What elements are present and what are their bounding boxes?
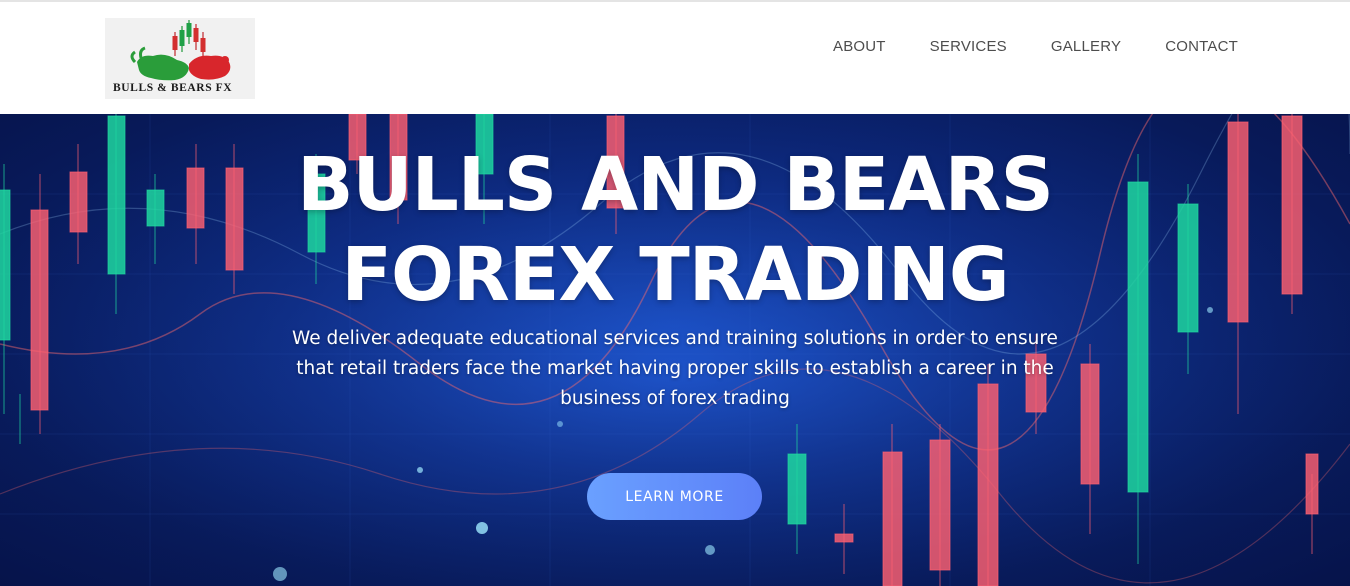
main-nav: ABOUT SERVICES GALLERY CONTACT — [833, 38, 1238, 55]
nav-services[interactable]: SERVICES — [930, 38, 1007, 55]
nav-about[interactable]: ABOUT — [833, 38, 886, 55]
learn-more-button[interactable]: LEARN MORE — [587, 473, 762, 520]
bull-bear-icon — [130, 20, 231, 81]
nav-contact[interactable]: CONTACT — [1165, 38, 1238, 55]
site-header: BULLS & BEARS FX ABOUT SERVICES GALLERY … — [0, 0, 1350, 114]
hero-title-line-2: FOREX TRADING — [341, 232, 1009, 318]
hero-section: BULLS AND BEARS FOREX TRADING We deliver… — [0, 114, 1350, 586]
logo-text: BULLS & BEARS FX — [113, 82, 233, 94]
nav-gallery[interactable]: GALLERY — [1051, 38, 1121, 55]
hero-subtitle: We deliver adequate educational services… — [292, 328, 1058, 409]
hero-title: BULLS AND BEARS FOREX TRADING — [0, 140, 1350, 320]
hero-title-line-1: BULLS AND BEARS — [297, 142, 1054, 228]
brand-logo[interactable]: BULLS & BEARS FX — [105, 18, 255, 99]
